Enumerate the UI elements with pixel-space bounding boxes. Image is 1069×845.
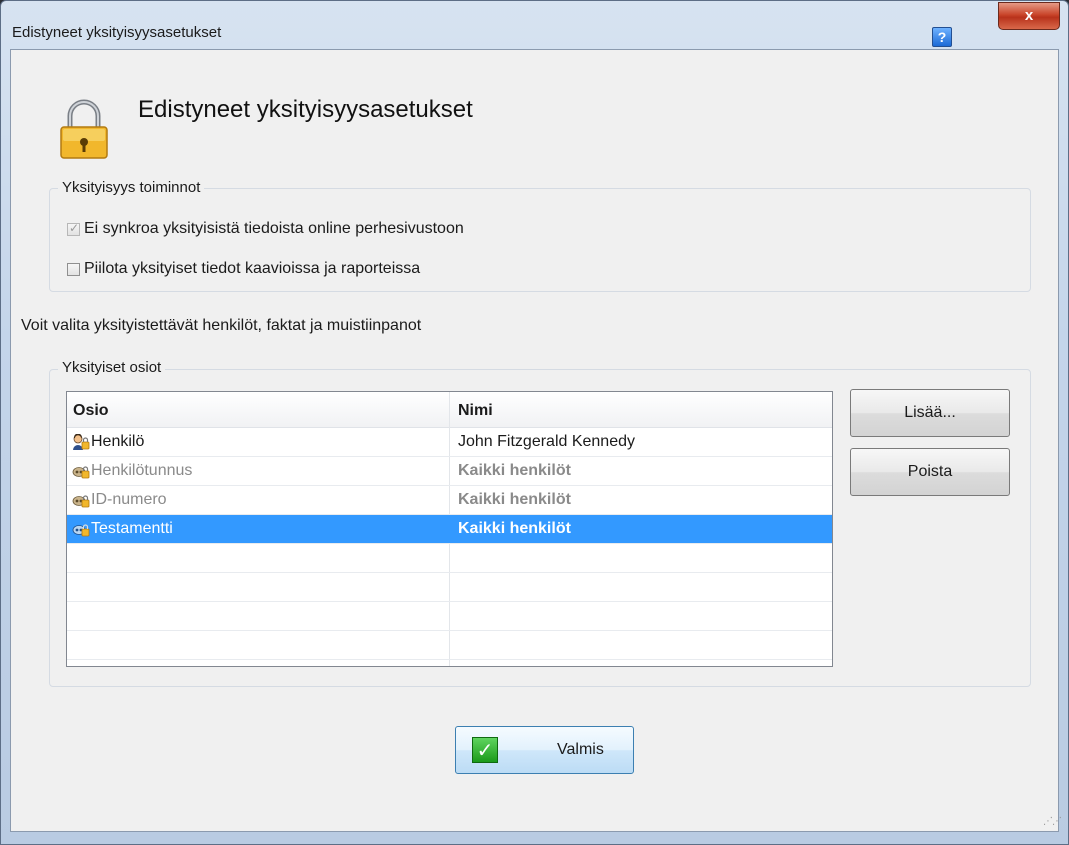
checkmark-icon: ✓ xyxy=(472,737,498,763)
row-section: Testamentti xyxy=(91,520,173,537)
add-button[interactable]: Lisää... xyxy=(850,389,1010,437)
info-text: Voit valita yksityistettävät henkilöt, f… xyxy=(21,317,422,334)
help-icon: ? xyxy=(937,29,947,45)
lock-icon xyxy=(60,99,108,159)
table-row-empty[interactable] xyxy=(67,631,832,660)
remove-button[interactable]: Poista xyxy=(850,448,1010,496)
resize-grip-icon[interactable]: ⋰⋰ xyxy=(1043,816,1062,827)
column-header-name[interactable]: Nimi xyxy=(458,402,493,420)
title-bar[interactable]: Edistyneet yksityisyysasetukset ? x xyxy=(1,1,1068,47)
row-name: Kaikki henkilöt xyxy=(458,491,571,508)
done-button[interactable]: ✓ Valmis xyxy=(455,726,634,774)
private-sections-table[interactable]: Osio Nimi Henkilö John Fitzgerald Kenned… xyxy=(66,391,833,667)
page-title: Edistyneet yksityisyysasetukset xyxy=(138,96,473,123)
window-title: Edistyneet yksityisyysasetukset xyxy=(12,24,222,41)
fact-icon xyxy=(72,495,90,508)
help-button[interactable]: ? xyxy=(932,27,952,47)
done-label: Valmis xyxy=(557,741,604,758)
table-row-empty[interactable] xyxy=(67,544,832,573)
hide-private-checkbox[interactable] xyxy=(67,262,80,276)
row-name: Kaikki henkilöt xyxy=(458,520,571,537)
table-row-empty[interactable] xyxy=(67,573,832,602)
option-no-sync[interactable]: Ei synkroa yksityisistä tiedoista online… xyxy=(67,220,464,238)
row-name: John Fitzgerald Kennedy xyxy=(458,433,635,450)
column-header-section[interactable]: Osio xyxy=(73,402,109,420)
row-section: Henkilötunnus xyxy=(91,462,193,479)
option-hide-private[interactable]: Piilota yksityiset tiedot kaavioissa ja … xyxy=(67,260,420,278)
table-row[interactable]: Henkilötunnus Kaikki henkilöt xyxy=(67,457,832,486)
row-name: Kaikki henkilöt xyxy=(458,462,571,479)
fact-icon xyxy=(72,466,90,479)
no-sync-checkbox[interactable] xyxy=(67,221,80,236)
table-row-selected[interactable]: Testamentti Kaikki henkilöt xyxy=(67,515,832,544)
close-button[interactable]: x xyxy=(998,2,1060,30)
row-section: ID-numero xyxy=(91,491,167,508)
close-icon: x xyxy=(1024,7,1034,24)
table-row[interactable]: ID-numero Kaikki henkilöt xyxy=(67,486,832,515)
privacy-functions-legend: Yksityisyys toiminnot xyxy=(58,179,205,196)
table-row[interactable]: Henkilö John Fitzgerald Kennedy xyxy=(67,428,832,457)
hide-private-label: Piilota yksityiset tiedot kaavioissa ja … xyxy=(84,260,421,277)
fact-icon xyxy=(72,524,90,537)
dialog-window: Edistyneet yksityisyysasetukset ? x Edis… xyxy=(0,0,1069,845)
table-row-empty[interactable] xyxy=(67,602,832,631)
no-sync-label: Ei synkroa yksityisistä tiedoista online… xyxy=(84,220,464,237)
private-sections-legend: Yksityiset osiot xyxy=(58,359,166,376)
person-icon xyxy=(73,434,90,450)
row-section: Henkilö xyxy=(91,433,145,450)
